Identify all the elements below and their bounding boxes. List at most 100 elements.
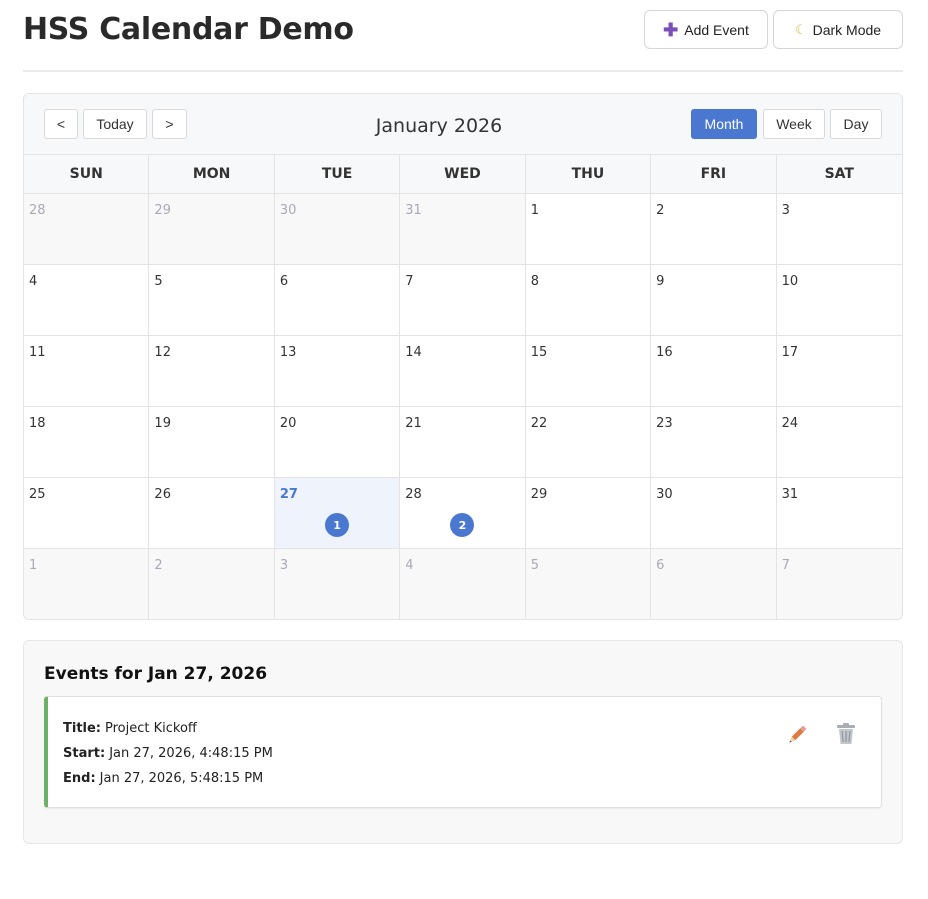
calendar-day[interactable]: 31 — [776, 478, 902, 549]
day-number: 29 — [154, 203, 171, 218]
day-number: 9 — [656, 274, 665, 289]
calendar-day[interactable]: 11 — [24, 336, 150, 407]
event-count-badge[interactable]: 1 — [325, 513, 350, 537]
calendar-day[interactable]: 2 — [651, 194, 777, 265]
calendar-day[interactable]: 31 — [400, 194, 526, 265]
day-number: 25 — [29, 487, 46, 502]
day-number: 7 — [405, 274, 414, 289]
calendar-day[interactable]: 13 — [274, 336, 401, 407]
calendar-day[interactable]: 4 — [400, 549, 526, 619]
day-number: 13 — [279, 345, 297, 360]
day-number: 6 — [279, 274, 289, 289]
day-number: 3 — [279, 558, 289, 573]
calendar-day[interactable]: 9 — [651, 265, 777, 336]
day-number: 5 — [530, 558, 539, 573]
event-end-value: Jan 27, 2026, 5:48:15 PM — [99, 771, 264, 786]
calendar-day[interactable]: 30 — [274, 194, 401, 265]
calendar-day[interactable]: 4 — [24, 265, 150, 336]
calendar-day[interactable]: 5 — [525, 549, 652, 619]
view-week-button[interactable]: Week — [763, 109, 825, 139]
day-number: 31 — [405, 203, 422, 218]
calendar-day[interactable]: 10 — [776, 265, 902, 336]
add-event-button[interactable]: ✚ Add Event — [644, 10, 768, 49]
day-number: 14 — [405, 345, 422, 360]
day-number: 16 — [656, 345, 673, 360]
calendar-day[interactable]: 3 — [274, 549, 401, 619]
calendar-day[interactable]: 6 — [274, 265, 401, 336]
calendar-day[interactable]: 29 — [525, 478, 652, 549]
day-number: 28 — [405, 487, 422, 502]
view-day-button[interactable]: Day — [830, 109, 882, 139]
calendar-day[interactable]: 15 — [525, 336, 652, 407]
calendar-day[interactable]: 21 — [400, 407, 526, 478]
calendar: < Today > January 2026 Month Week Day SU… — [23, 93, 903, 620]
dark-mode-button[interactable]: ☾ Dark Mode — [773, 10, 903, 49]
calendar-day[interactable]: 18 — [24, 407, 150, 478]
moon-icon: ☾ — [794, 22, 807, 37]
event-end-line: End: Jan 27, 2026, 5:48:15 PM — [63, 771, 263, 786]
app-header: HSS Calendar Demo ✚ Add Event ☾ Dark Mod… — [23, 0, 903, 72]
calendar-day[interactable]: 28 — [24, 194, 150, 265]
plus-icon: ✚ — [663, 19, 679, 40]
calendar-day[interactable]: 2 — [149, 549, 275, 619]
calendar-day[interactable]: 16 — [651, 336, 777, 407]
day-number: 8 — [530, 274, 539, 289]
event-title-line: Title: Project Kickoff — [63, 721, 197, 736]
event-start-value: Jan 27, 2026, 4:48:15 PM — [109, 746, 273, 761]
event-title-value: Project Kickoff — [105, 721, 197, 736]
calendar-day[interactable]: 28 2 — [400, 478, 526, 549]
calendar-day[interactable]: 20 — [274, 407, 401, 478]
calendar-day[interactable]: 7 — [400, 265, 526, 336]
day-number: 2 — [154, 558, 163, 573]
month-grid: 28 29 30 31 1 2 3 4 5 6 7 8 9 10 11 12 13 14 15 16 17 18 19 20 2… — [24, 194, 902, 619]
calendar-day[interactable]: 25 — [24, 478, 150, 549]
pencil-icon[interactable] — [785, 723, 809, 747]
view-month-button[interactable]: Month — [691, 109, 757, 139]
calendar-day[interactable]: 19 — [149, 407, 275, 478]
calendar-day[interactable]: 26 — [149, 478, 275, 549]
calendar-day[interactable]: 23 — [651, 407, 777, 478]
calendar-day[interactable]: 8 — [525, 265, 652, 336]
calendar-day[interactable]: 14 — [400, 336, 526, 407]
day-number: 19 — [154, 416, 171, 431]
calendar-day[interactable]: 30 — [651, 478, 777, 549]
calendar-day[interactable]: 24 — [776, 407, 902, 478]
weekday-sun: SUN — [24, 155, 150, 193]
events-heading: Events for Jan 27, 2026 — [44, 664, 268, 684]
event-end-label: End: — [63, 771, 96, 786]
calendar-day[interactable]: 6 — [651, 549, 777, 619]
event-count-badge[interactable]: 2 — [450, 513, 475, 537]
day-number: 30 — [279, 203, 297, 218]
day-number: 29 — [530, 487, 548, 502]
events-panel: Events for Jan 27, 2026 Title: Project Ki… — [23, 640, 903, 844]
event-start-line: Start: Jan 27, 2026, 4:48:15 PM — [63, 746, 273, 761]
add-event-label: Add Event — [684, 21, 749, 38]
weekday-thu: THU — [526, 155, 652, 193]
calendar-day[interactable]: 12 — [149, 336, 275, 407]
calendar-day[interactable]: 5 — [149, 265, 275, 336]
trash-icon[interactable] — [834, 722, 858, 746]
event-card[interactable]: Title: Project Kickoff Start: Jan 27, 2026… — [44, 696, 882, 808]
calendar-day-today[interactable]: 27 1 — [274, 478, 401, 549]
day-number: 1 — [29, 558, 38, 573]
calendar-day[interactable]: 7 — [776, 549, 902, 619]
day-number: 21 — [405, 416, 422, 431]
calendar-day[interactable]: 29 — [149, 194, 275, 265]
calendar-day[interactable]: 22 — [525, 407, 652, 478]
day-number: 22 — [530, 416, 548, 431]
weekday-tue: TUE — [275, 155, 401, 193]
weekday-mon: MON — [149, 155, 275, 193]
day-number: 5 — [154, 274, 163, 289]
day-number: 30 — [656, 487, 673, 502]
weekday-fri: FRI — [651, 155, 777, 193]
day-number: 15 — [530, 345, 548, 360]
calendar-day[interactable]: 3 — [776, 194, 902, 265]
calendar-toolbar: < Today > January 2026 Month Week Day — [24, 94, 902, 155]
calendar-day[interactable]: 1 — [24, 549, 150, 619]
day-number: 4 — [405, 558, 414, 573]
day-number: 17 — [781, 345, 799, 360]
calendar-day[interactable]: 17 — [776, 336, 902, 407]
calendar-day[interactable]: 1 — [525, 194, 652, 265]
weekday-header: SUN MON TUE WED THU FRI SAT — [24, 155, 902, 194]
day-number: 12 — [154, 345, 171, 360]
